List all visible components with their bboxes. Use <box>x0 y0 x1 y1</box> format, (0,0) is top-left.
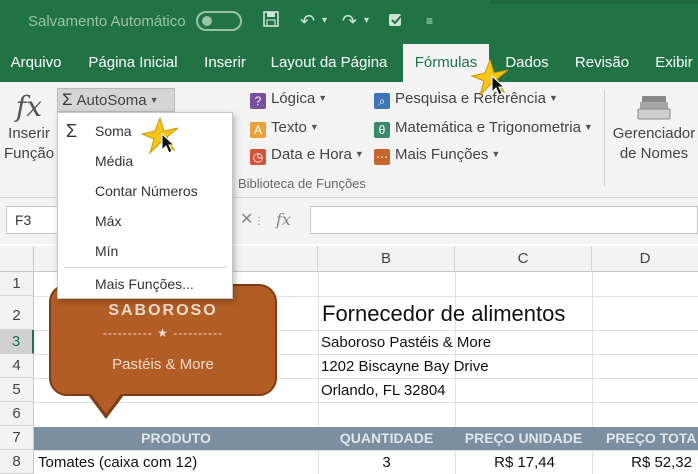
menu-item-min[interactable]: Mín <box>58 236 232 266</box>
menu-item-max[interactable]: Máx <box>58 206 232 236</box>
row-header-8[interactable]: 8 <box>0 450 34 474</box>
spellcheck-icon[interactable] <box>386 10 406 35</box>
address-line-2: 1202 Biscayne Bay Drive <box>321 358 489 375</box>
datetime-button[interactable]: ◷ Data e Hora ▼ <box>250 146 364 165</box>
redo-icon[interactable]: ↷ <box>342 10 357 32</box>
tab-exibir[interactable]: Exibir <box>646 44 698 82</box>
datetime-label: Data e Hora <box>271 146 352 163</box>
logo-callout[interactable]: SABOROSO ---------- ★ ---------- Pastéis… <box>49 284 277 396</box>
logo-brand: SABOROSO <box>108 302 218 319</box>
name-manager-line2: de Nomes <box>619 145 689 162</box>
row-header-2[interactable]: 2 <box>0 296 34 330</box>
logical-label: Lógica <box>271 90 316 107</box>
logical-icon: ? <box>250 93 266 109</box>
table-header-quantidade[interactable]: QUANTIDADE <box>318 427 455 450</box>
row-header-5[interactable]: 5 <box>0 378 34 402</box>
lookup-button[interactable]: ⌕ Pesquisa e Referência ▼ <box>374 90 558 109</box>
cancel-icon[interactable]: ✕ <box>240 206 253 234</box>
ribbon-separator <box>604 90 605 186</box>
grid-line <box>34 402 698 403</box>
row-header-3[interactable]: 3 <box>0 330 34 354</box>
table-header-preco-total[interactable]: PREÇO TOTA <box>606 427 698 450</box>
autosum-label: AutoSoma <box>76 92 147 109</box>
menu-item-contar-numeros[interactable]: Contar Números <box>58 176 232 206</box>
row-header-6[interactable]: 6 <box>0 402 34 426</box>
more-functions-label: Mais Funções <box>395 146 489 163</box>
tab-pagina-inicial[interactable]: Página Inicial <box>80 44 186 82</box>
table-header-produto[interactable]: PRODUTO <box>34 427 318 450</box>
col-header-b[interactable]: B <box>318 246 455 272</box>
redo-dropdown-icon[interactable]: ▾ <box>364 10 369 32</box>
menu-item-label: Soma <box>95 123 132 139</box>
toggle-knob <box>202 16 212 26</box>
cell-b8[interactable]: 3 <box>318 451 455 474</box>
more-icon: ⋮ <box>254 216 264 227</box>
tab-layout[interactable]: Layout da Página <box>264 44 394 82</box>
row-header-7[interactable]: 7 <box>0 426 34 450</box>
clock-icon: ◷ <box>250 149 266 165</box>
tab-arquivo[interactable]: Arquivo <box>2 44 70 82</box>
cell-c8[interactable]: R$ 17,44 <box>455 451 555 474</box>
sigma-icon: Σ <box>66 121 78 141</box>
more-functions-icon: ⋯ <box>374 149 390 165</box>
logo-callout-tail-fill <box>91 394 121 414</box>
name-manager-line1: Gerenciador <box>612 125 696 142</box>
name-manager-icon <box>610 92 698 124</box>
col-header-c[interactable]: C <box>455 246 592 272</box>
row-header-4[interactable]: 4 <box>0 354 34 378</box>
insert-function-icon[interactable]: fx <box>276 206 291 234</box>
group-label-function-library: Biblioteca de Funções <box>238 176 366 191</box>
sheet-title: Fornecedor de alimentos <box>322 301 566 326</box>
cell-a8[interactable]: Tomates (caixa com 12) <box>38 451 316 474</box>
formula-input[interactable] <box>310 206 698 234</box>
chevron-down-icon: ▼ <box>318 93 328 103</box>
logo-ornament: ---------- ★ ---------- <box>102 326 224 340</box>
sigma-icon: Σ <box>62 90 73 109</box>
more-functions-button[interactable]: ⋯ Mais Funções ▼ <box>374 146 500 165</box>
chevron-down-icon: ▼ <box>149 95 159 105</box>
lookup-icon: ⌕ <box>374 93 390 109</box>
chevron-down-icon: ▼ <box>583 122 593 132</box>
ribbon-tabs: Arquivo Página Inicial Inserir Layout da… <box>0 44 698 82</box>
text-label: Texto <box>271 119 307 136</box>
insert-function-button[interactable]: fx Inserir Função <box>4 90 54 174</box>
title-strip <box>490 0 698 4</box>
text-icon: A <box>250 122 266 138</box>
chevron-down-icon: ▼ <box>309 122 319 132</box>
chevron-down-icon: ▼ <box>354 149 364 159</box>
fx-icon: fx <box>15 90 43 123</box>
address-line-3: Orlando, FL 32804 <box>321 382 446 399</box>
autosave-label: Salvamento Automático <box>28 13 186 30</box>
chevron-down-icon: ▼ <box>548 93 558 103</box>
math-button[interactable]: θ Matemática e Trigonometria ▼ <box>374 119 593 138</box>
insert-function-line2: Função <box>4 145 55 162</box>
autosum-button[interactable]: Σ AutoSoma ▼ <box>57 88 175 112</box>
undo-icon[interactable]: ↶ <box>300 10 315 32</box>
menu-item-mais-funcoes[interactable]: Mais Funções... <box>58 269 232 299</box>
cell-d8[interactable]: R$ 52,32 <box>592 451 692 474</box>
quick-access-toolbar: Salvamento Automático ↶ ▾ ↷ ▾ ≡ <box>0 0 698 44</box>
tab-inserir[interactable]: Inserir <box>196 44 254 82</box>
save-icon[interactable] <box>262 10 280 33</box>
select-all-corner[interactable] <box>0 246 34 272</box>
tab-revisao[interactable]: Revisão <box>568 44 636 82</box>
chevron-down-icon: ▼ <box>491 149 501 159</box>
menu-separator <box>64 267 228 268</box>
customize-icon[interactable]: ≡ <box>426 10 433 32</box>
math-label: Matemática e Trigonometria <box>395 119 581 136</box>
undo-dropdown-icon[interactable]: ▾ <box>322 10 327 32</box>
address-line-1: Saboroso Pastéis & More <box>321 334 492 351</box>
col-header-d[interactable]: D <box>592 246 698 272</box>
text-button[interactable]: A Texto ▼ <box>250 119 319 138</box>
insert-function-line1: Inserir <box>8 125 50 142</box>
math-icon: θ <box>374 122 390 138</box>
autosave-toggle[interactable] <box>196 11 242 31</box>
row-header-1[interactable]: 1 <box>0 272 34 296</box>
logical-button[interactable]: ? Lógica ▼ <box>250 90 327 109</box>
table-header-preco-unidade[interactable]: PREÇO UNIDADE <box>455 427 592 450</box>
logo-tagline: Pastéis & More <box>112 356 214 373</box>
name-manager-button[interactable]: Gerenciador de Nomes <box>610 92 698 164</box>
